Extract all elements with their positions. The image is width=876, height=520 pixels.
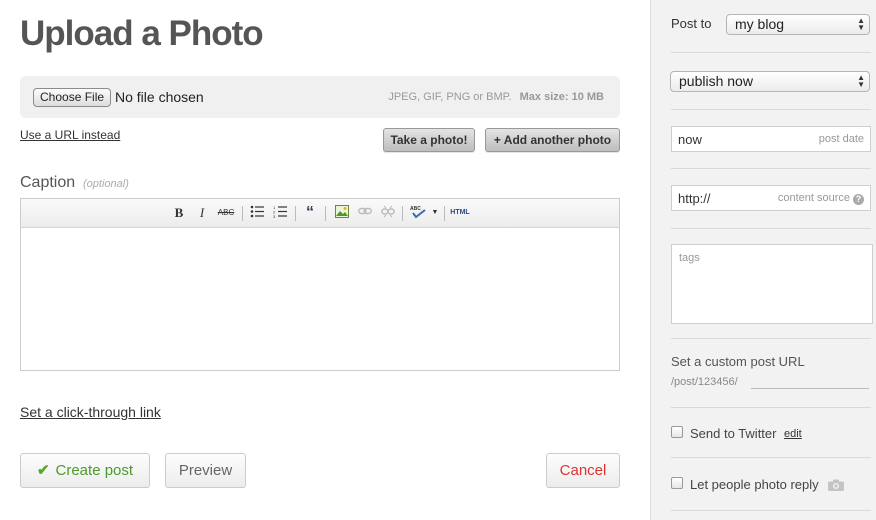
custom-url-path: /post/123456/: [671, 376, 738, 388]
checkmark-icon: ✔: [36, 462, 50, 479]
sidebar: Post to my blog ▲ ▼ publish now ▲ ▼ now po…: [650, 0, 876, 520]
take-photo-button[interactable]: Take a photo!: [383, 128, 475, 152]
publish-select[interactable]: publish now ▲ ▼: [670, 71, 870, 92]
sidebar-divider: [671, 407, 871, 408]
cancel-button[interactable]: Cancel: [546, 453, 620, 488]
camera-icon: [828, 479, 844, 491]
post-date-placeholder: post date: [818, 133, 864, 145]
create-post-label: Create post: [55, 462, 134, 479]
caption-label: Caption: [20, 174, 76, 191]
spellcheck-label: ABC: [410, 206, 421, 212]
main-panel: Upload a Photo Choose File No file chose…: [0, 0, 650, 520]
sidebar-divider: [671, 228, 871, 229]
content-source-value: http://: [678, 191, 711, 206]
sidebar-divider: [671, 109, 871, 110]
select-arrows-icon: ▲ ▼: [857, 73, 865, 89]
post-date-input[interactable]: now post date: [671, 126, 871, 152]
photo-reply-checkbox[interactable]: [671, 477, 683, 489]
bold-icon[interactable]: B: [173, 205, 185, 221]
select-arrows-icon: ▲ ▼: [857, 16, 865, 32]
create-post-button[interactable]: ✔ Create post: [20, 453, 150, 488]
photo-reply-label: Let people photo reply: [690, 477, 819, 492]
blockquote-icon[interactable]: “: [303, 205, 317, 221]
click-through-link[interactable]: Set a click-through link: [20, 404, 161, 420]
tags-input[interactable]: tags: [671, 244, 873, 324]
html-mode-icon[interactable]: HTML: [449, 205, 471, 221]
link-icon[interactable]: [357, 205, 373, 221]
custom-url-label: Set a custom post URL: [671, 354, 805, 369]
toolbar-separator: [402, 206, 403, 221]
blog-select-value: my blog: [735, 16, 785, 32]
twitter-checkbox[interactable]: [671, 426, 683, 438]
custom-url-input[interactable]: [751, 388, 869, 389]
help-icon[interactable]: ?: [853, 194, 864, 205]
toolbar-separator: [325, 206, 326, 221]
twitter-label: Send to Twitter: [690, 426, 777, 441]
twitter-edit-link[interactable]: edit: [784, 428, 802, 440]
content-source-placeholder: content source: [777, 192, 850, 204]
post-date-value: now: [678, 132, 702, 147]
tags-placeholder: tags: [679, 252, 700, 264]
preview-button[interactable]: Preview: [165, 453, 246, 488]
bullet-list-icon[interactable]: [249, 205, 265, 221]
content-source-input[interactable]: http:// content source?: [671, 185, 871, 211]
publish-select-value: publish now: [679, 73, 753, 89]
caption-editor[interactable]: B I ABC 123 “ ABC ▼ HTML: [20, 198, 620, 371]
toolbar-separator: [295, 206, 296, 221]
file-formats: JPEG, GIF, PNG or BMP.: [388, 91, 512, 103]
use-url-link[interactable]: Use a URL instead: [20, 128, 120, 142]
sidebar-divider: [671, 52, 871, 53]
svg-text:3: 3: [273, 214, 276, 218]
add-photo-button[interactable]: + Add another photo: [485, 128, 620, 152]
file-max-size: Max size: 10 MB: [519, 91, 604, 103]
post-to-label: Post to: [671, 16, 712, 31]
toolbar-separator: [242, 206, 243, 221]
unlink-icon[interactable]: [380, 205, 396, 221]
numbered-list-icon[interactable]: 123: [272, 205, 288, 221]
toolbar-separator: [444, 206, 445, 221]
file-upload-box: Choose File No file chosen JPEG, GIF, PN…: [20, 76, 620, 118]
sidebar-divider: [671, 338, 871, 339]
file-status: No file chosen: [115, 89, 204, 105]
spellcheck-icon[interactable]: ABC: [409, 205, 429, 221]
sidebar-divider: [671, 168, 871, 169]
sidebar-divider: [671, 457, 871, 458]
caption-optional: (optional): [83, 178, 129, 190]
strikethrough-icon[interactable]: ABC: [216, 205, 236, 221]
content-source-placeholder-wrap: content source?: [778, 192, 864, 205]
editor-toolbar: B I ABC 123 “ ABC ▼ HTML: [21, 199, 619, 228]
page-title: Upload a Photo: [20, 14, 264, 53]
spellcheck-dropdown-icon[interactable]: ▼: [431, 205, 439, 221]
blog-select[interactable]: my blog ▲ ▼: [726, 14, 870, 35]
italic-icon[interactable]: I: [196, 205, 208, 221]
choose-file-button[interactable]: Choose File: [33, 88, 112, 107]
sidebar-divider: [671, 510, 871, 511]
insert-image-icon[interactable]: [334, 205, 350, 221]
file-hint: JPEG, GIF, PNG or BMP. Max size: 10 MB: [388, 91, 604, 103]
